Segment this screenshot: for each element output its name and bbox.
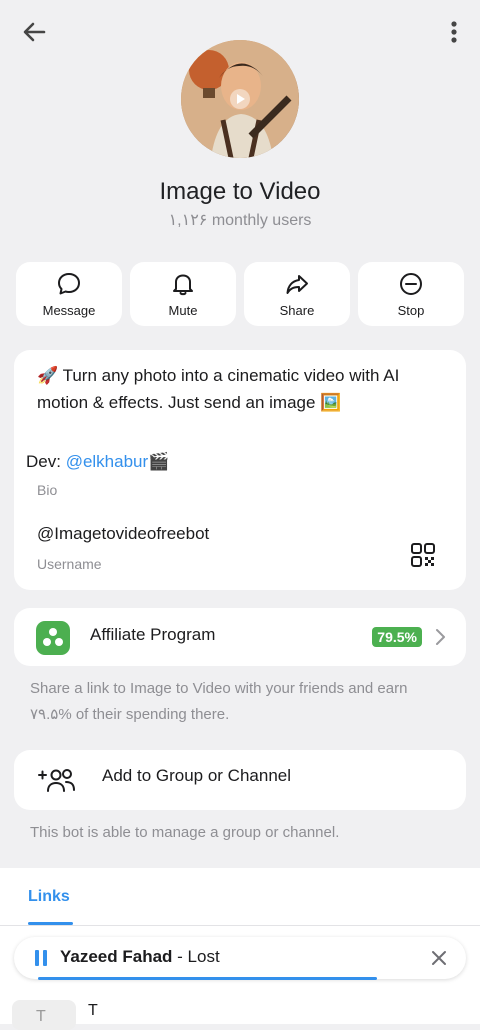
username-label: Username — [37, 556, 102, 572]
profile-title: Image to Video — [159, 178, 321, 205]
action-row: Message Mute Share Stop — [16, 262, 464, 326]
arrow-left-icon — [23, 22, 46, 42]
link-title[interactable]: T — [88, 1002, 98, 1020]
track-artist: Yazeed Fahad — [60, 947, 173, 966]
playback-progress[interactable] — [38, 977, 377, 980]
stop-label: Stop — [397, 302, 425, 318]
add-group-icon — [38, 769, 75, 792]
affiliate-description: Share a link to Image to Video with your… — [30, 680, 408, 723]
pause-icon[interactable] — [34, 949, 48, 967]
qr-code-button[interactable] — [410, 542, 436, 568]
track-title: Lost — [187, 947, 220, 966]
message-label: Message — [42, 302, 96, 318]
back-button[interactable] — [18, 16, 50, 48]
close-icon[interactable] — [430, 949, 448, 967]
add-group-label: Add to Group or Channel — [102, 766, 292, 785]
group-description: This bot is able to manage a group or ch… — [30, 824, 340, 841]
stop-button[interactable]: Stop — [358, 262, 464, 326]
share-label: Share — [279, 302, 315, 318]
dev-prefix: Dev: — [26, 452, 66, 471]
share-button[interactable]: Share — [244, 262, 350, 326]
track-separator: - — [172, 947, 188, 966]
chevron-right-icon — [436, 629, 445, 645]
message-icon — [58, 272, 80, 294]
monthly-users: ۱,۱۲۶ monthly users — [168, 212, 312, 229]
link-thumbnail-initial: T — [36, 1008, 46, 1025]
bio-label: Bio — [37, 482, 58, 498]
tab-divider — [0, 925, 480, 926]
bio-text: 🚀 Turn any photo into a cinematic video … — [37, 366, 400, 412]
tab-links[interactable]: Links — [28, 888, 70, 906]
stop-icon — [400, 272, 422, 295]
dev-link[interactable]: @elkhabur — [66, 452, 148, 471]
music-player-bar[interactable]: Yazeed Fahad - Lost — [14, 937, 466, 980]
dev-line: Dev: @elkhabur🎬 — [26, 452, 169, 472]
affiliate-label: Affiliate Program — [90, 625, 216, 644]
affiliate-percent-badge: 79.5% — [372, 627, 422, 647]
now-playing-text: Yazeed Fahad - Lost — [60, 947, 220, 967]
avatar-image — [181, 40, 299, 158]
clapper-icon: 🎬 — [148, 452, 170, 471]
affiliate-program-row[interactable]: Affiliate Program 79.5% — [14, 608, 466, 666]
mute-label: Mute — [168, 302, 198, 318]
more-vertical-icon — [451, 21, 457, 43]
bell-icon — [173, 274, 193, 295]
mute-button[interactable]: Mute — [130, 262, 236, 326]
more-options-button[interactable] — [434, 16, 466, 48]
affiliate-icon — [36, 621, 70, 655]
message-button[interactable]: Message — [16, 262, 122, 326]
username-value[interactable]: @Imagetovideofreebot — [37, 524, 209, 544]
bot-avatar[interactable] — [181, 40, 299, 158]
add-to-group-row[interactable]: Add to Group or Channel — [14, 750, 466, 810]
share-icon — [286, 274, 308, 294]
qr-code-icon — [411, 543, 435, 567]
